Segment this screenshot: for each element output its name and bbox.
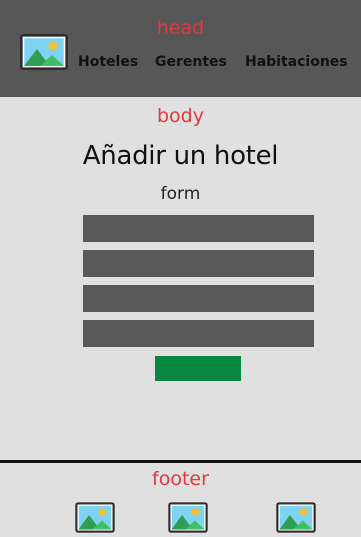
footer-section-label: footer [152, 468, 209, 490]
main-body: body Añadir un hotel form [0, 97, 361, 460]
hotel-field-3[interactable] [83, 285, 314, 312]
submit-button[interactable] [155, 356, 241, 381]
nav-link-habitaciones[interactable]: Habitaciones [245, 54, 348, 70]
hotel-field-2[interactable] [83, 250, 314, 277]
image-placeholder-icon[interactable] [75, 502, 115, 533]
nav-link-hoteles[interactable]: Hoteles [78, 54, 138, 70]
page-title: Añadir un hotel [82, 141, 279, 171]
nav-link-gerentes[interactable]: Gerentes [155, 54, 227, 70]
footer: footer [0, 463, 361, 537]
hotel-field-4[interactable] [83, 320, 314, 347]
header: head Hoteles Gerentes Habitaciones [0, 0, 361, 97]
image-placeholder-icon[interactable] [276, 502, 316, 533]
hotel-field-1[interactable] [83, 215, 314, 242]
form-label: form [160, 184, 201, 204]
image-placeholder-icon[interactable] [168, 502, 208, 533]
image-placeholder-icon[interactable] [20, 34, 68, 70]
body-section-label: body [157, 105, 204, 127]
